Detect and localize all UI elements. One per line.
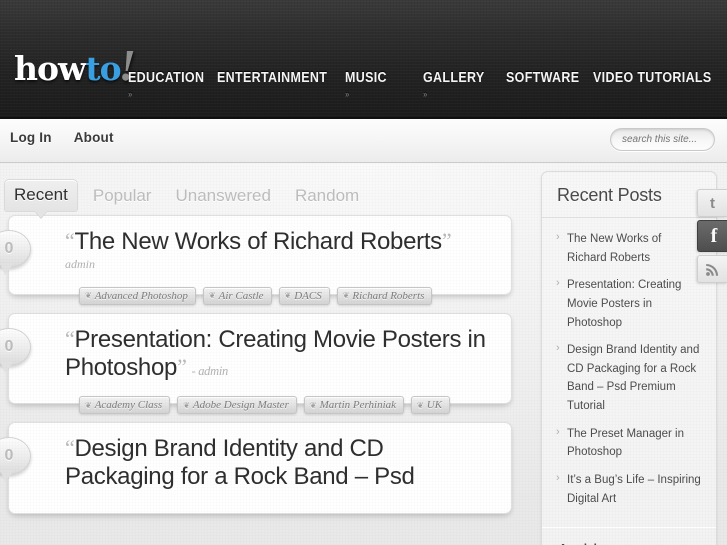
recent-post-link[interactable]: The Preset Manager in Photoshop — [556, 424, 704, 462]
social-links: t f — [697, 189, 727, 283]
nav-item-entertainment[interactable]: ENTERTAINMENT — [217, 70, 327, 86]
nav-label-education: EDUCATION — [128, 70, 205, 86]
tag-chip[interactable]: ❦ Academy Class — [79, 396, 171, 415]
link-log-in[interactable]: Log In — [10, 130, 52, 145]
post-item[interactable]: 0 “Presentation: Creating Movie Posters … — [0, 312, 512, 415]
tab-unanswered[interactable]: Unanswered — [166, 181, 279, 212]
post-list: 0 “The New Works of Richard Roberts” adm… — [0, 215, 522, 532]
twitter-glyph: t — [710, 194, 715, 212]
post-title-text: Design Brand Identity and CD Packaging f… — [65, 435, 415, 491]
tag-icon: ❦ — [342, 291, 350, 301]
tag-chip[interactable]: ❦ Adobe Design Master — [177, 396, 297, 415]
tag-label: DACS — [294, 289, 322, 302]
widget-title-archives: Archives — [542, 527, 716, 545]
post-title-text: The New Works of Richard Roberts — [74, 228, 442, 255]
quote-close-icon: ” — [441, 228, 452, 253]
comment-count-badge[interactable]: 0 — [0, 327, 31, 373]
post-title-text: Presentation: Creating Movie Posters in … — [65, 325, 486, 381]
tag-label: Richard Roberts — [352, 289, 425, 302]
nav-item-gallery[interactable]: GALLERY » — [422, 70, 495, 99]
tag-label: Adobe Design Master — [192, 399, 289, 412]
tag-chip[interactable]: ❦ Advanced Photoshop — [79, 286, 196, 305]
tag-label: UK — [426, 399, 443, 412]
tag-label: Air Castle — [218, 289, 264, 302]
post-title[interactable]: “Design Brand Identity and CD Packaging … — [65, 435, 497, 491]
logo-text-how: how — [14, 49, 86, 88]
secondary-links: Log In About — [10, 130, 114, 145]
post-tags: ❦ Academy Class ❦ Adobe Design Master ❦ Mar… — [79, 396, 501, 415]
tag-icon: ❦ — [208, 291, 216, 301]
secondary-navigation-bar: Log In About — [0, 119, 727, 166]
content-tabs: Recent Popular Unanswered Random — [4, 179, 368, 212]
post-item[interactable]: 0 “Design Brand Identity and CD Packagin… — [0, 422, 512, 515]
recent-post-link[interactable]: Design Brand Identity and CD Packaging f… — [556, 340, 704, 416]
nav-label-software: SOFTWARE — [506, 70, 580, 86]
tab-popular[interactable]: Popular — [84, 181, 161, 212]
post-title[interactable]: “The New Works of Richard Roberts” — [65, 228, 497, 256]
rss-glyph — [706, 263, 719, 276]
post-title[interactable]: “Presentation: Creating Movie Posters in… — [65, 326, 497, 382]
comment-count-badge[interactable]: 0 — [0, 230, 31, 275]
nav-item-music[interactable]: MUSIC » — [344, 70, 412, 99]
tab-random[interactable]: Random — [286, 181, 368, 212]
tag-chip[interactable]: ❦ Richard Roberts — [336, 286, 433, 305]
facebook-icon[interactable]: f — [697, 220, 727, 252]
nav-label-entertainment: ENTERTAINMENT — [216, 70, 327, 86]
tag-icon: ❦ — [183, 400, 190, 410]
twitter-icon[interactable]: t — [697, 189, 727, 217]
tag-icon: ❦ — [417, 400, 424, 410]
post-item[interactable]: 0 “The New Works of Richard Roberts” adm… — [0, 215, 512, 305]
link-about[interactable]: About — [74, 130, 114, 145]
tag-chip[interactable]: ❦ DACS — [278, 286, 330, 305]
tag-label: Academy Class — [94, 399, 163, 412]
main-navigation: EDUCATION » ENTERTAINMENT MUSIC » GALLER… — [128, 70, 723, 99]
search-box[interactable] — [610, 128, 727, 151]
recent-posts-list: The New Works of Richard Roberts Present… — [542, 218, 716, 527]
post-tags: ❦ Advanced Photoshop ❦ Air Castle ❦ DACS ❦ R… — [79, 286, 501, 305]
nav-item-video-tutorials[interactable]: VIDEO TUTORIALS — [593, 70, 711, 86]
tag-label: Advanced Photoshop — [94, 289, 188, 302]
logo-text-to: to — [85, 49, 121, 88]
tag-icon: ❦ — [85, 291, 92, 301]
chevron-right-icon: » — [344, 89, 350, 99]
search-input[interactable] — [611, 134, 727, 145]
tab-recent[interactable]: Recent — [4, 179, 78, 212]
facebook-glyph: f — [710, 225, 718, 247]
nav-label-gallery: GALLERY — [422, 70, 485, 86]
tag-chip[interactable]: ❦ Martin Perhiniak — [303, 396, 405, 415]
site-logo[interactable]: howto! — [14, 44, 136, 88]
recent-post-link[interactable]: Presentation: Creating Movie Posters in … — [556, 275, 704, 332]
site-header: howto! EDUCATION » ENTERTAINMENT MUSIC »… — [0, 0, 727, 119]
comment-count-badge[interactable]: 0 — [0, 437, 31, 483]
widget-title-recent-posts: Recent Posts — [542, 172, 716, 218]
quote-close-icon: ” — [177, 353, 187, 379]
page-body: Recent Popular Unanswered Random 0 “The … — [0, 163, 727, 545]
post-author: - admin — [191, 363, 229, 378]
recent-post-link[interactable]: The New Works of Richard Roberts — [556, 229, 704, 267]
tag-chip[interactable]: ❦ Air Castle — [202, 286, 272, 305]
nav-item-education[interactable]: EDUCATION » — [128, 70, 205, 99]
nav-label-video-tutorials: VIDEO TUTORIALS — [593, 70, 712, 86]
tag-icon: ❦ — [309, 400, 317, 410]
chevron-right-icon: » — [422, 89, 428, 99]
nav-item-software[interactable]: SOFTWARE — [506, 70, 581, 86]
tag-icon: ❦ — [284, 291, 292, 301]
sidebar: Recent Posts The New Works of Richard Ro… — [541, 171, 717, 545]
nav-label-music: MUSIC — [344, 70, 387, 86]
tag-chip[interactable]: ❦ UK — [411, 396, 451, 415]
tag-icon: ❦ — [85, 400, 92, 410]
recent-post-link[interactable]: It’s a Bug’s Life – Inspiring Digital Ar… — [556, 470, 704, 508]
post-author: admin — [65, 256, 95, 271]
rss-icon[interactable] — [697, 255, 727, 283]
chevron-right-icon: » — [128, 89, 133, 99]
tag-label: Martin Perhiniak — [319, 399, 397, 412]
